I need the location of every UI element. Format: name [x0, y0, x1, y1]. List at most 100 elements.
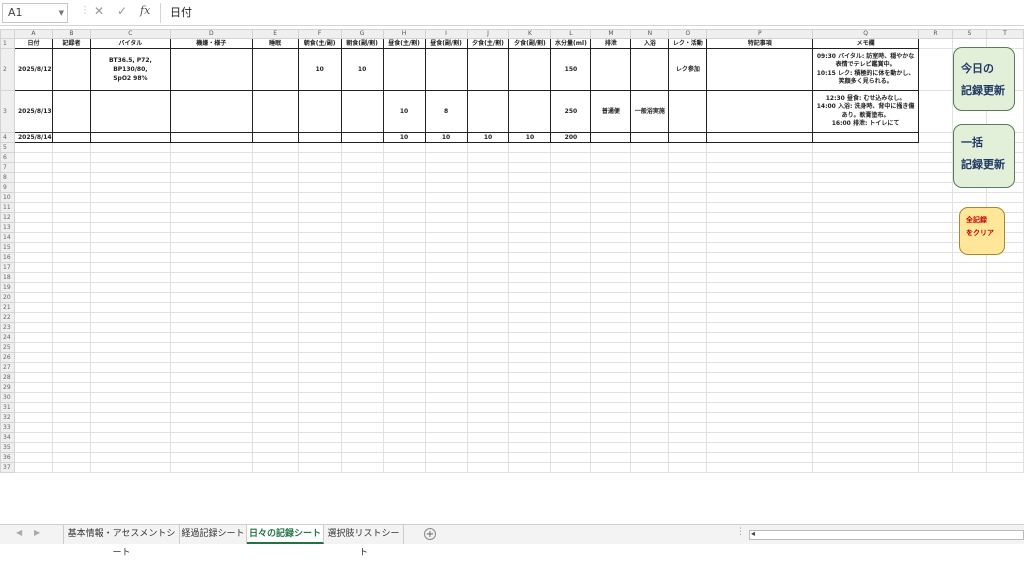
cell[interactable] — [985, 302, 1024, 313]
cell[interactable] — [508, 162, 552, 173]
cell[interactable] — [812, 352, 920, 363]
cell[interactable] — [382, 252, 426, 263]
cell[interactable] — [668, 432, 708, 443]
cell[interactable] — [340, 172, 384, 183]
row-header[interactable]: 22 — [0, 312, 15, 323]
cell[interactable] — [508, 312, 552, 323]
row-header[interactable]: 29 — [0, 382, 15, 393]
cell[interactable] — [706, 202, 814, 213]
cell[interactable] — [13, 232, 53, 243]
cell[interactable] — [630, 402, 670, 413]
cell[interactable] — [918, 262, 953, 273]
name-box[interactable]: A1 ▼ — [2, 3, 68, 23]
cell[interactable] — [169, 382, 253, 393]
cell[interactable] — [630, 222, 670, 233]
cell[interactable] — [297, 342, 342, 353]
cell[interactable] — [918, 452, 953, 463]
cell[interactable] — [668, 462, 708, 473]
cell[interactable] — [251, 402, 299, 413]
cell[interactable] — [508, 172, 552, 183]
cell[interactable] — [424, 372, 468, 383]
cell[interactable] — [297, 372, 342, 383]
column-header[interactable]: D — [169, 29, 253, 39]
cell[interactable] — [251, 362, 299, 373]
cell[interactable] — [382, 302, 426, 313]
cell[interactable] — [630, 162, 670, 173]
cell[interactable] — [812, 142, 920, 153]
cell[interactable] — [590, 362, 632, 373]
cell[interactable] — [169, 172, 253, 183]
cell[interactable] — [508, 362, 552, 373]
cell[interactable] — [508, 232, 552, 243]
cell[interactable] — [297, 232, 342, 243]
cell[interactable] — [590, 292, 632, 303]
cell[interactable] — [466, 402, 510, 413]
cell[interactable] — [251, 172, 299, 183]
cell[interactable] — [918, 232, 953, 243]
column-header[interactable]: F — [297, 29, 342, 39]
cell[interactable] — [169, 292, 253, 303]
cell[interactable] — [51, 182, 91, 193]
column-header[interactable]: B — [51, 29, 91, 39]
cell[interactable] — [508, 242, 552, 253]
cell[interactable] — [985, 392, 1024, 403]
cell[interactable] — [251, 242, 299, 253]
cell[interactable] — [590, 422, 632, 433]
cell[interactable] — [590, 342, 632, 353]
cell[interactable] — [918, 432, 953, 443]
cell[interactable] — [340, 362, 384, 373]
excretion-cell[interactable]: 普通便 — [590, 90, 632, 133]
cell[interactable] — [169, 182, 253, 193]
column-header[interactable]: E — [251, 29, 299, 39]
cell[interactable] — [169, 162, 253, 173]
scroll-left-icon[interactable]: ◂ — [751, 529, 755, 538]
cell[interactable] — [13, 162, 53, 173]
cell[interactable] — [668, 422, 708, 433]
cell[interactable] — [169, 462, 253, 473]
cell[interactable] — [668, 452, 708, 463]
formula-input[interactable]: 日付 — [160, 3, 1022, 23]
vital-cell[interactable] — [89, 132, 171, 143]
cell[interactable] — [951, 262, 987, 273]
cell[interactable] — [297, 312, 342, 323]
cell[interactable] — [89, 152, 171, 163]
cell[interactable] — [424, 442, 468, 453]
cell[interactable] — [812, 192, 920, 203]
cell[interactable] — [89, 292, 171, 303]
cell[interactable] — [918, 372, 953, 383]
cell[interactable] — [424, 322, 468, 333]
cell[interactable] — [706, 192, 814, 203]
cell[interactable] — [706, 152, 814, 163]
cell[interactable] — [985, 442, 1024, 453]
cell[interactable] — [13, 462, 53, 473]
bath-cell[interactable]: 一般浴実施 — [630, 90, 670, 133]
cell[interactable] — [13, 252, 53, 263]
cell[interactable] — [590, 312, 632, 323]
cell[interactable] — [466, 252, 510, 263]
cell[interactable] — [89, 392, 171, 403]
cell[interactable] — [550, 272, 592, 283]
cell[interactable] — [630, 182, 670, 193]
cell[interactable] — [89, 172, 171, 183]
cell[interactable] — [590, 432, 632, 443]
cell[interactable] — [550, 302, 592, 313]
cell[interactable] — [51, 282, 91, 293]
cell[interactable] — [424, 262, 468, 273]
cell[interactable] — [466, 372, 510, 383]
cell[interactable] — [382, 222, 426, 233]
cell[interactable] — [51, 352, 91, 363]
cell[interactable] — [668, 262, 708, 273]
cell[interactable] — [251, 372, 299, 383]
cell[interactable] — [297, 402, 342, 413]
cell[interactable] — [340, 462, 384, 473]
cell[interactable] — [382, 412, 426, 423]
cell[interactable] — [382, 202, 426, 213]
cell[interactable] — [508, 192, 552, 203]
row-header[interactable]: 15 — [0, 242, 15, 253]
cell[interactable] — [918, 90, 953, 133]
cell[interactable] — [169, 262, 253, 273]
excretion-cell[interactable] — [590, 132, 632, 143]
cell[interactable] — [985, 262, 1024, 273]
cell[interactable] — [630, 372, 670, 383]
cell[interactable] — [550, 212, 592, 223]
